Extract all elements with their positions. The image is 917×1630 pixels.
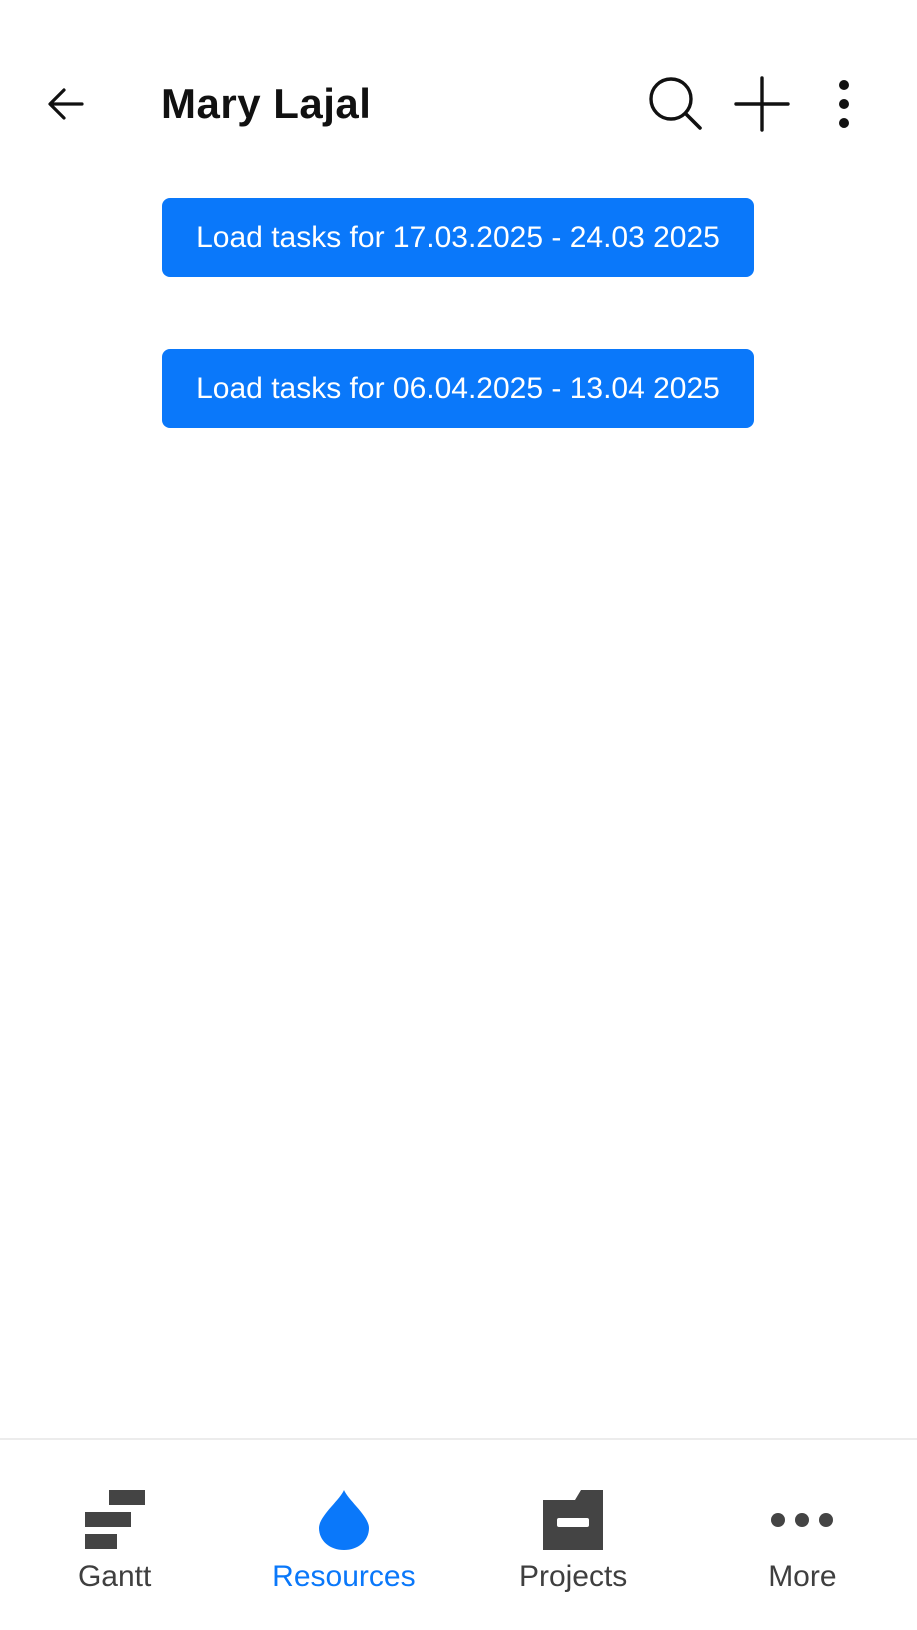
nav-item-resources[interactable]: Resources [229,1440,458,1630]
plus-icon [734,76,790,132]
nav-label-resources: Resources [272,1560,416,1593]
nav-item-projects[interactable]: Projects [459,1440,688,1630]
nav-item-gantt[interactable]: Gantt [0,1440,229,1630]
bottom-navigation: Gantt Resources Projects More [0,1438,917,1630]
folder-icon [537,1484,609,1556]
nav-item-more[interactable]: More [688,1440,917,1630]
add-button[interactable] [730,72,794,136]
nav-label-projects: Projects [518,1560,628,1593]
arrow-left-icon [48,88,84,120]
drop-icon [308,1484,380,1556]
more-options-button[interactable] [812,72,876,136]
search-button[interactable] [644,72,708,136]
nav-label-gantt: Gantt [77,1560,152,1593]
page-title: Mary Lajal [161,80,372,127]
load-tasks-button-second[interactable]: Load tasks for 06.04.2025 - 13.04 2025 [162,349,754,428]
app-screen: Mary Lajal Load tasks for 17.03.2025 - 2… [0,0,917,1630]
app-header: Mary Lajal [0,0,917,200]
search-icon [649,77,702,130]
more-horizontal-icon [766,1484,838,1556]
nav-label-more: More [768,1560,837,1593]
more-vertical-icon [839,80,849,128]
gantt-icon [79,1484,151,1556]
load-tasks-button-first[interactable]: Load tasks for 17.03.2025 - 24.03 2025 [162,198,754,277]
back-button[interactable] [36,78,96,130]
